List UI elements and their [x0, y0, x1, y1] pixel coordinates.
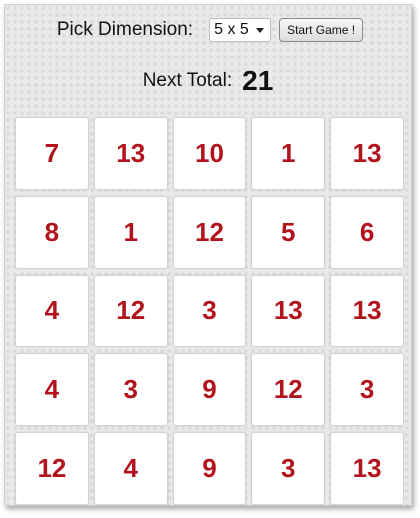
grid-tile[interactable]: 4: [15, 274, 89, 348]
grid-tile[interactable]: 3: [93, 353, 168, 427]
grid-tile[interactable]: 13: [93, 117, 168, 190]
chevron-down-icon: [256, 28, 265, 33]
controls-row: Pick Dimension: 5 x 5 Start Game !: [5, 15, 411, 45]
grid-tile[interactable]: 10: [172, 117, 247, 190]
grid-tile[interactable]: 12: [251, 353, 326, 427]
grid-tile[interactable]: 1: [93, 195, 168, 269]
number-grid: 7 13 10 1 13 8 1 12 5 6 4 12 3 13 13 4 3…: [15, 117, 404, 505]
grid-tile[interactable]: 9: [172, 432, 247, 505]
grid-tile[interactable]: 8: [15, 195, 89, 269]
grid-tile[interactable]: 12: [15, 432, 89, 505]
grid-tile[interactable]: 3: [172, 274, 247, 348]
grid-tile[interactable]: 9: [172, 353, 247, 427]
grid-tile[interactable]: 12: [172, 195, 247, 269]
grid-tile[interactable]: 5: [251, 195, 326, 269]
grid-tile[interactable]: 13: [330, 432, 404, 505]
grid-tile[interactable]: 13: [251, 274, 326, 348]
grid-tile[interactable]: 6: [330, 195, 404, 269]
grid-tile[interactable]: 1: [251, 117, 326, 190]
grid-tile[interactable]: 7: [15, 117, 89, 190]
grid-tile[interactable]: 3: [330, 353, 404, 427]
dimension-select[interactable]: 5 x 5: [209, 18, 272, 42]
dimension-select-value: 5 x 5: [214, 21, 249, 38]
pick-dimension-label: Pick Dimension:: [56, 19, 194, 40]
grid-tile[interactable]: 4: [15, 353, 89, 427]
grid-tile[interactable]: 13: [330, 274, 404, 348]
game-panel: Pick Dimension: 5 x 5 Start Game ! Next …: [4, 4, 412, 506]
next-total-row: Next Total: 21: [5, 65, 411, 97]
grid-tile[interactable]: 4: [93, 432, 168, 505]
grid-tile[interactable]: 3: [251, 432, 326, 505]
next-total-label: Next Total:: [142, 70, 233, 91]
start-game-button[interactable]: Start Game !: [279, 18, 364, 42]
grid-tile[interactable]: 13: [330, 117, 404, 190]
next-total-value: 21: [242, 65, 274, 96]
grid-tile[interactable]: 12: [93, 274, 168, 348]
